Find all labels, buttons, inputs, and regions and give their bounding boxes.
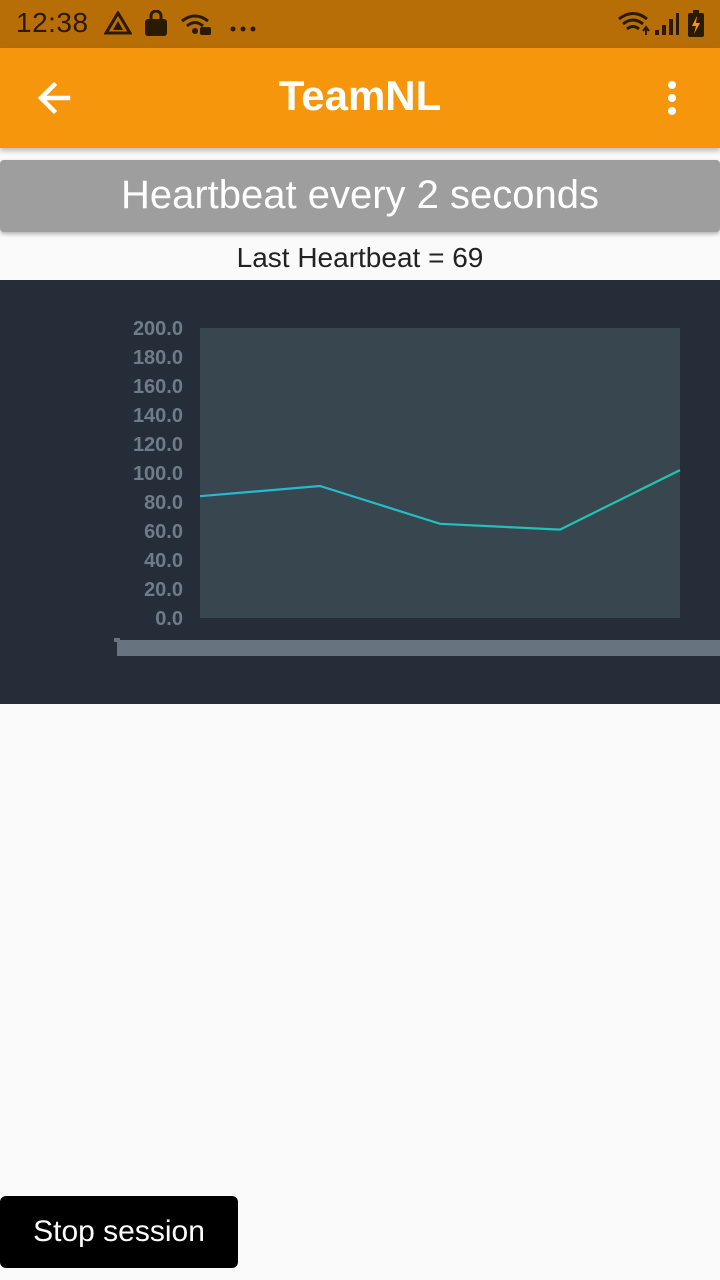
more-vert-icon	[650, 81, 694, 126]
plot-area	[200, 328, 680, 618]
y-axis-ticks: 200.0 180.0 160.0 140.0 120.0 100.0 80.0 60.0 40…	[133, 318, 183, 630]
drive-icon	[103, 10, 133, 42]
y-tick-label: 140.0	[133, 405, 183, 427]
wifi-chat-icon	[180, 12, 212, 43]
y-tick-label: 160.0	[133, 376, 183, 398]
app-bar: TeamNL	[0, 48, 720, 148]
wifi-icon	[617, 11, 651, 42]
more-dots-icon	[230, 20, 256, 38]
stop-session-button[interactable]: Stop session	[0, 1196, 238, 1268]
signal-icon	[654, 12, 680, 41]
chart-scrollbar-handle[interactable]	[114, 638, 120, 642]
status-time: 12:38	[16, 7, 89, 38]
chart-scrollbar[interactable]	[117, 640, 720, 656]
heartbeat-interval-banner: Heartbeat every 2 seconds	[0, 160, 720, 232]
status-bar: 12:38	[0, 0, 720, 48]
y-tick-label: 60.0	[144, 521, 183, 543]
y-tick-label: 120.0	[133, 434, 183, 456]
app-title: TeamNL	[278, 72, 442, 119]
overflow-menu-button[interactable]	[650, 74, 694, 122]
y-tick-label: 80.0	[144, 492, 183, 514]
battery-charging-icon	[687, 10, 705, 43]
y-tick-label: 200.0	[133, 318, 183, 340]
y-tick-label: 0.0	[155, 608, 183, 630]
y-tick-label: 40.0	[144, 550, 183, 572]
y-tick-label: 100.0	[133, 463, 183, 485]
shopping-bag-icon	[143, 9, 169, 43]
y-tick-label: 180.0	[133, 347, 183, 369]
heartbeat-chart-svg: 200.0 180.0 160.0 140.0 120.0 100.0 80.0 60.0 40…	[114, 318, 720, 656]
y-tick-label: 20.0	[144, 579, 183, 601]
heartbeat-chart: 200.0 180.0 160.0 140.0 120.0 100.0 80.0 60.0 40…	[0, 280, 720, 704]
last-heartbeat-label: Last Heartbeat = 69	[236, 242, 484, 273]
